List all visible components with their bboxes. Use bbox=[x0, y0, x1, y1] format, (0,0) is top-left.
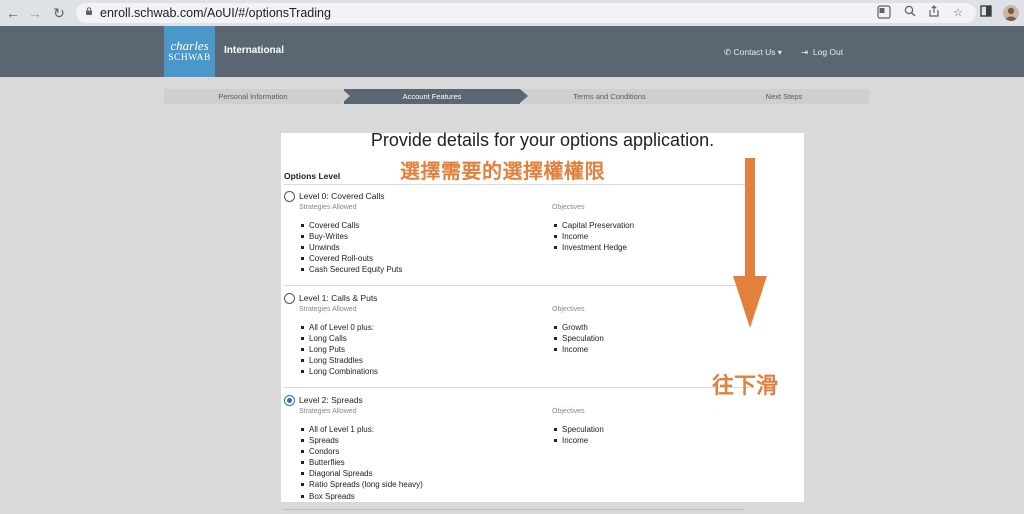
log-out-label: Log Out bbox=[812, 47, 844, 57]
objectives-heading: Objectives bbox=[552, 408, 585, 415]
level-1-title[interactable]: Level 1: Calls & Puts bbox=[299, 293, 377, 303]
profile-avatar-icon[interactable] bbox=[1003, 5, 1019, 21]
zoom-icon[interactable] bbox=[902, 5, 918, 21]
strategies-list: Covered Calls Buy-Writes Unwinds Covered… bbox=[299, 220, 402, 275]
bookmark-star-icon[interactable]: ☆ bbox=[950, 5, 966, 21]
phone-icon: ✆ bbox=[724, 47, 732, 57]
list-item: Speculation bbox=[552, 333, 604, 344]
list-item: Long Calls bbox=[299, 333, 378, 344]
level-0-title[interactable]: Level 0: Covered Calls bbox=[299, 191, 385, 201]
contact-us-link[interactable]: ✆ Contact Us ▾ bbox=[724, 47, 782, 58]
list-item: Unwinds bbox=[299, 242, 402, 253]
step-account-features: Account Features bbox=[344, 89, 520, 104]
strategies-heading: Strategies Allowed bbox=[299, 306, 357, 313]
list-item: All of Level 1 plus: bbox=[299, 424, 423, 435]
list-item: Ratio Spreads (long side heavy) bbox=[299, 479, 423, 490]
list-item: Condors bbox=[299, 446, 423, 457]
list-item: Long Straddles bbox=[299, 355, 378, 366]
options-application-card: Provide details for your options applica… bbox=[281, 130, 804, 502]
list-item: Long Combinations bbox=[299, 366, 378, 377]
strategies-heading: Strategies Allowed bbox=[299, 204, 357, 211]
url-text: enroll.schwab.com/AoUI/#/optionsTrading bbox=[100, 6, 331, 20]
back-icon[interactable]: ← bbox=[4, 4, 22, 22]
list-item: Diagonal Spreads bbox=[299, 468, 423, 479]
list-item: Income bbox=[552, 344, 604, 355]
contact-us-label: Contact Us bbox=[733, 47, 776, 57]
divider bbox=[284, 184, 749, 185]
objectives-heading: Objectives bbox=[552, 204, 585, 211]
strategies-list: All of Level 1 plus: Spreads Condors But… bbox=[299, 424, 423, 502]
strategies-list: All of Level 0 plus: Long Calls Long Put… bbox=[299, 322, 378, 377]
step-label: Next Steps bbox=[765, 92, 803, 101]
list-item: Butterflies bbox=[299, 457, 423, 468]
logo-line-2: SCHWAB bbox=[168, 53, 211, 63]
list-item: Investment Hedge bbox=[552, 242, 634, 253]
step-label: Personal Information bbox=[218, 92, 288, 101]
logo-line-1: charles bbox=[170, 38, 209, 53]
lock-icon bbox=[86, 7, 92, 15]
list-item: Speculation bbox=[552, 424, 604, 435]
step-label: Terms and Conditions bbox=[573, 92, 646, 101]
divider bbox=[283, 509, 743, 510]
list-item: All of Level 0 plus: bbox=[299, 322, 378, 333]
objectives-heading: Objectives bbox=[552, 306, 585, 313]
site-header: charles SCHWAB International ✆ Contact U… bbox=[0, 26, 1024, 77]
level-2-option: Level 2: Spreads Strategies Allowed Obje… bbox=[284, 395, 784, 502]
sidebar-icon[interactable] bbox=[978, 5, 994, 21]
list-item: Covered Calls bbox=[299, 220, 402, 231]
annotation-scroll-down: 往下滑 bbox=[712, 373, 779, 398]
list-item: Covered Roll-outs bbox=[299, 253, 402, 264]
step-terms-and-conditions: Terms and Conditions bbox=[522, 89, 697, 104]
chevron-down-icon: ▾ bbox=[777, 48, 782, 57]
share-icon[interactable] bbox=[926, 5, 942, 21]
list-item: Income bbox=[552, 231, 634, 242]
progress-steps: Personal Information Account Features Te… bbox=[164, 89, 869, 104]
list-item: Long Puts bbox=[299, 344, 378, 355]
list-item: Growth bbox=[552, 322, 604, 333]
list-item: Income bbox=[552, 435, 604, 446]
list-item: Box Spreads bbox=[299, 491, 423, 502]
options-level-label: Options Level bbox=[284, 171, 341, 181]
step-next-steps: Next Steps bbox=[699, 89, 869, 104]
level-2-radio[interactable] bbox=[284, 395, 295, 406]
scroll-down-arrow-icon bbox=[733, 158, 767, 328]
step-separator bbox=[520, 89, 528, 103]
level-1-option: Level 1: Calls & Puts Strategies Allowed… bbox=[284, 293, 784, 388]
objectives-list: Growth Speculation Income bbox=[552, 322, 604, 355]
divider bbox=[284, 285, 749, 286]
reload-icon[interactable]: ↻ bbox=[50, 4, 68, 22]
level-0-option: Level 0: Covered Calls Strategies Allowe… bbox=[284, 191, 784, 286]
list-item: Buy-Writes bbox=[299, 231, 402, 242]
level-1-radio[interactable] bbox=[284, 293, 295, 304]
objectives-list: Speculation Income bbox=[552, 424, 604, 446]
level-2-title[interactable]: Level 2: Spreads bbox=[299, 395, 363, 405]
step-personal-information: Personal Information bbox=[164, 89, 342, 104]
schwab-logo[interactable]: charles SCHWAB bbox=[164, 26, 215, 77]
level-0-radio[interactable] bbox=[284, 191, 295, 202]
translate-icon[interactable] bbox=[876, 5, 892, 21]
list-item: Spreads bbox=[299, 435, 423, 446]
region-label: International bbox=[224, 45, 285, 56]
objectives-list: Capital Preservation Income Investment H… bbox=[552, 220, 634, 253]
logout-icon: ⇥ bbox=[801, 47, 809, 57]
list-item: Cash Secured Equity Puts bbox=[299, 264, 402, 275]
step-separator bbox=[697, 89, 705, 103]
strategies-heading: Strategies Allowed bbox=[299, 408, 357, 415]
page-title: Provide details for your options applica… bbox=[370, 130, 715, 150]
step-label: Account Features bbox=[402, 92, 462, 101]
log-out-link[interactable]: ⇥ Log Out bbox=[801, 47, 843, 58]
address-bar[interactable]: enroll.schwab.com/AoUI/#/optionsTrading … bbox=[76, 3, 976, 23]
browser-toolbar: ← → ↻ enroll.schwab.com/AoUI/#/optionsTr… bbox=[0, 0, 1024, 26]
annotation-select-permission: 選擇需要的選擇權權限 bbox=[400, 161, 605, 183]
step-separator bbox=[342, 89, 350, 103]
divider bbox=[284, 387, 749, 388]
list-item: Capital Preservation bbox=[552, 220, 634, 231]
forward-icon[interactable]: → bbox=[26, 4, 44, 22]
